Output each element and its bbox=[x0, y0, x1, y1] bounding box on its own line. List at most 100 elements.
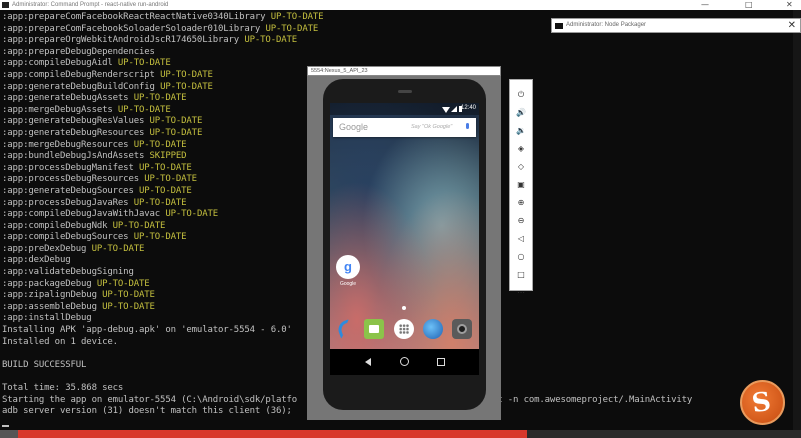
console-line-text: :app:generateDebugBuildConfig bbox=[2, 81, 161, 92]
overview-icon[interactable]: □ bbox=[514, 269, 528, 281]
search-hint: Say "Ok Google" bbox=[411, 124, 453, 130]
home-icon[interactable] bbox=[400, 357, 409, 366]
android-home-screen[interactable]: 12:40 Google Say "Ok Google" g Google bbox=[330, 103, 479, 375]
window-title: Administrator: Command Prompt - react-na… bbox=[12, 2, 169, 8]
status-bar: 12:40 bbox=[330, 103, 479, 115]
console-line: :app:prepareOrgWebkitAndroidJscR174650Li… bbox=[2, 35, 801, 47]
recents-icon[interactable] bbox=[437, 358, 445, 366]
google-app-icon: g bbox=[336, 255, 360, 279]
console-line: :app:prepareDebugDependencies bbox=[2, 47, 801, 59]
console-line-status: UP-TO-DATE bbox=[244, 35, 298, 46]
console-line-text: :app:generateDebugResValues bbox=[2, 116, 150, 127]
console-line-status: UP-TO-DATE bbox=[133, 232, 187, 243]
zoom-icon[interactable]: ⊕ bbox=[514, 197, 528, 209]
console-line-text: :app:compileDebugNdk bbox=[2, 220, 113, 231]
close-button[interactable]: ✕ bbox=[786, 0, 793, 9]
back-icon[interactable]: ◁ bbox=[514, 233, 528, 245]
browser-app-icon[interactable] bbox=[423, 319, 443, 339]
zoom-out-icon[interactable]: ⊖ bbox=[514, 215, 528, 227]
console-line-status: UP-TO-DATE bbox=[96, 278, 150, 289]
signal-icon bbox=[451, 106, 457, 112]
console-line-status: UP-TO-DATE bbox=[91, 243, 145, 254]
clock: 12:40 bbox=[460, 105, 476, 111]
volume-up-icon[interactable]: 🔊 bbox=[514, 107, 528, 119]
console-line-text: :app:generateDebugAssets bbox=[2, 93, 134, 104]
console-line-text: BUILD SUCCESSFUL bbox=[2, 359, 87, 370]
console-line-text: :app:compileDebugAidl bbox=[2, 58, 118, 69]
emulator-window[interactable]: 5554:Nexus_5_API_23 12:40 Google Say "Ok… bbox=[307, 66, 501, 420]
wifi-icon bbox=[442, 107, 450, 113]
console-line-status: UP-TO-DATE bbox=[112, 220, 166, 231]
console-line-text: :app:packageDebug bbox=[2, 278, 97, 289]
console-line-status: UP-TO-DATE bbox=[102, 290, 155, 301]
console-line-status: UP-TO-DATE bbox=[160, 69, 213, 80]
maximize-button[interactable]: □ bbox=[745, 0, 753, 9]
console-scrollbar[interactable] bbox=[793, 10, 801, 430]
console-line-text: :app:zipalignDebug bbox=[2, 290, 103, 301]
page-indicator bbox=[402, 306, 406, 310]
console-line-text: adb server version (31) doesn't match th… bbox=[2, 406, 292, 417]
console-line-text: :app:prepareComFacebookSoloaderSoloader0… bbox=[2, 23, 266, 34]
minimize-button[interactable]: — bbox=[701, 0, 709, 9]
console-line-text: :app:processDebugJavaRes bbox=[2, 197, 134, 208]
console-line-text: :app:installDebug bbox=[2, 313, 92, 324]
console-line-status: UP-TO-DATE bbox=[117, 104, 171, 115]
console-line-text: :app:dexDebug bbox=[2, 255, 71, 266]
google-logo: Google bbox=[339, 122, 369, 132]
video-progress-bar[interactable] bbox=[0, 430, 801, 438]
console-line-text: :app:generateDebugSources bbox=[2, 185, 139, 196]
console-line-status: UP-TO-DATE bbox=[133, 197, 187, 208]
console-line-text: :app:preDexDebug bbox=[2, 243, 92, 254]
console-line-status: UP-TO-DATE bbox=[149, 127, 203, 138]
channel-logo: S bbox=[740, 380, 785, 425]
text-cursor bbox=[2, 425, 9, 428]
emulator-controls-panel: ⏻ 🔊 🔉 ◈ ◇ ▣ ⊕ ⊖ ◁ ○ □ ⋯ bbox=[509, 79, 533, 297]
console-line-text: :app:prepareComFacebookReactReactNative0… bbox=[2, 12, 271, 22]
app-drawer-icon[interactable] bbox=[394, 319, 414, 339]
console-line-text: :app:processDebugResources bbox=[2, 174, 145, 185]
hangouts-app-icon[interactable] bbox=[364, 319, 384, 339]
window-title: Administrator: Node Packager bbox=[566, 22, 647, 28]
console-line-status: UP-TO-DATE bbox=[144, 174, 197, 185]
power-icon[interactable]: ⏻ bbox=[514, 89, 528, 101]
console-line-text: :app:compileDebugJavaWithJavac bbox=[2, 209, 166, 220]
command-prompt-titlebar[interactable]: Administrator: Command Prompt - react-na… bbox=[0, 0, 801, 10]
home-icon[interactable]: ○ bbox=[514, 251, 528, 263]
close-button[interactable]: ✕ bbox=[788, 19, 796, 33]
camera-app-icon[interactable] bbox=[452, 319, 472, 339]
console-line-text: :app:generateDebugResources bbox=[2, 127, 150, 138]
console-line-text: :app:mergeDebugResources bbox=[2, 139, 134, 150]
console-line-status: UP-TO-DATE bbox=[270, 12, 324, 22]
console-line-status: UP-TO-DATE bbox=[165, 209, 219, 220]
emulator-title: 5554:Nexus_5_API_23 bbox=[307, 66, 501, 76]
progress-fill bbox=[18, 430, 527, 438]
navigation-bar bbox=[330, 349, 479, 375]
volume-down-icon[interactable]: 🔉 bbox=[514, 125, 528, 137]
console-line-status: UP-TO-DATE bbox=[160, 81, 213, 92]
more-icon[interactable]: ⋯ bbox=[514, 287, 528, 299]
mic-icon[interactable] bbox=[466, 123, 469, 129]
back-icon[interactable] bbox=[365, 358, 371, 366]
console-line-status: UP-TO-DATE bbox=[117, 58, 171, 69]
speaker bbox=[398, 90, 412, 93]
console-line-text: :app:validateDebugSigning bbox=[2, 267, 134, 278]
console-line-text: :app:prepareDebugDependencies bbox=[2, 46, 155, 57]
phone-app-icon[interactable] bbox=[335, 319, 355, 339]
console-line-text: :app:processDebugManifest bbox=[2, 162, 139, 173]
screenshot-icon[interactable]: ▣ bbox=[514, 179, 528, 191]
rotate-left-icon[interactable]: ◈ bbox=[514, 143, 528, 155]
console-line-text: :app:compileDebugRenderscript bbox=[2, 69, 161, 80]
console-line-status: UP-TO-DATE bbox=[138, 185, 192, 196]
console-line-status: UP-TO-DATE bbox=[265, 23, 319, 34]
console-line-text: :app:assembleDebug bbox=[2, 301, 103, 312]
google-app[interactable]: g Google bbox=[335, 255, 361, 287]
console-line-text: :app:prepareOrgWebkitAndroidJscR174650Li… bbox=[2, 35, 245, 46]
google-search-bar[interactable]: Google Say "Ok Google" bbox=[333, 118, 476, 137]
node-packager-window[interactable]: Administrator: Node Packager ✕ bbox=[551, 18, 801, 33]
progress-handle[interactable] bbox=[0, 430, 18, 438]
console-line-text: Installing APK 'app-debug.apk' on 'emula… bbox=[2, 325, 292, 336]
cmd-icon bbox=[2, 2, 9, 8]
console-line-status: UP-TO-DATE bbox=[133, 139, 187, 150]
rotate-right-icon[interactable]: ◇ bbox=[514, 161, 528, 173]
phone-frame: 12:40 Google Say "Ok Google" g Google bbox=[323, 79, 486, 410]
